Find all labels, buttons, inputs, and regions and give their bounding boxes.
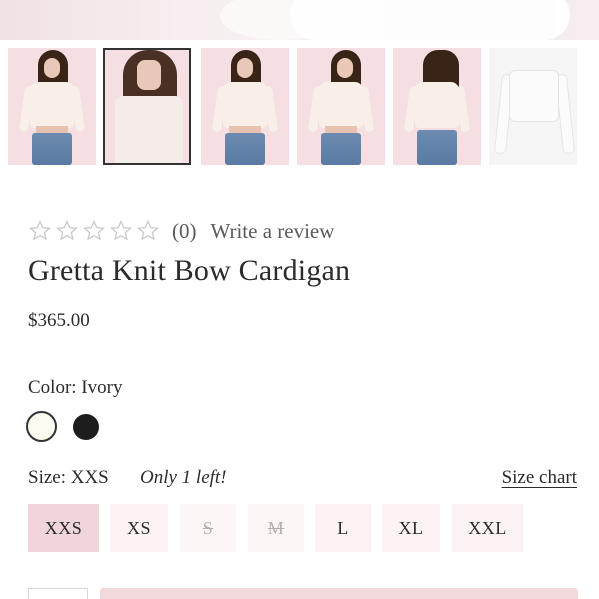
flat-lay-photo (489, 48, 577, 165)
size-option-m[interactable]: M (248, 504, 304, 552)
quantity-input[interactable] (28, 588, 88, 599)
review-summary: (0) Write a review (28, 216, 334, 246)
star-icon (28, 219, 52, 243)
size-chart-link[interactable]: Size chart (502, 467, 577, 489)
size-label: Size: XXS (28, 467, 109, 488)
star-icon (109, 219, 133, 243)
write-review-link[interactable]: Write a review (211, 219, 335, 244)
model-photo (8, 48, 96, 165)
star-icon (55, 219, 79, 243)
product-price: $365.00 (28, 310, 90, 331)
size-option-xxs[interactable]: XXS (28, 504, 99, 552)
star-icon (82, 219, 106, 243)
size-option-s[interactable]: S (180, 504, 236, 552)
color-swatch-black[interactable] (73, 413, 99, 440)
add-to-bag-button[interactable] (100, 588, 578, 599)
thumbnail-1[interactable] (8, 48, 96, 165)
stock-note: Only 1 left! (140, 467, 227, 488)
size-option-xl[interactable]: XL (382, 504, 440, 552)
thumbnail-2[interactable] (103, 48, 191, 165)
color-swatch-ivory[interactable] (26, 411, 57, 442)
review-count: (0) (172, 218, 197, 243)
color-swatches (26, 411, 99, 442)
star-rating (28, 219, 160, 243)
model-photo (393, 48, 481, 165)
model-photo (297, 48, 385, 165)
thumbnail-3[interactable] (201, 48, 289, 165)
thumbnail-6[interactable] (489, 48, 577, 165)
size-option-xs[interactable]: XS (110, 504, 168, 552)
size-option-xxl[interactable]: XXL (452, 504, 523, 552)
model-photo (201, 48, 289, 165)
main-product-image (0, 0, 599, 40)
star-icon (136, 219, 160, 243)
model-photo (105, 50, 189, 163)
size-option-l[interactable]: L (315, 504, 371, 552)
garment-detail (290, 0, 570, 40)
thumbnail-gallery (0, 48, 599, 168)
thumbnail-4[interactable] (297, 48, 385, 165)
thumbnail-5[interactable] (393, 48, 481, 165)
color-label: Color: Ivory (28, 377, 123, 398)
product-title: Gretta Knit Bow Cardigan (28, 254, 351, 287)
